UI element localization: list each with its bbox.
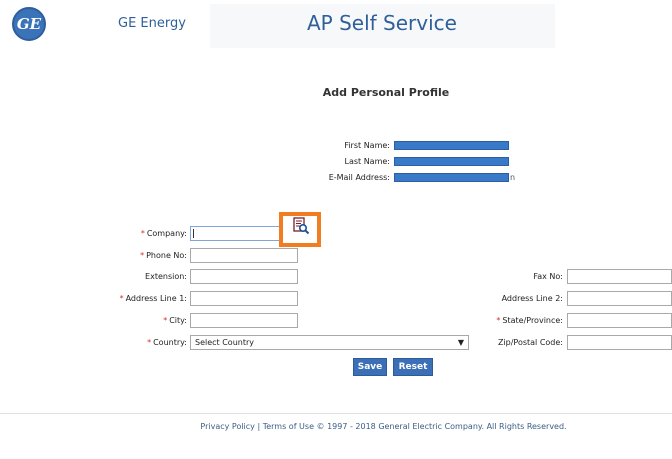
- first-name-redacted-value: [394, 141, 509, 150]
- state-label-text: State/Province:: [502, 316, 563, 325]
- last-name-redacted-value: [394, 157, 509, 166]
- address1-input[interactable]: [190, 291, 298, 306]
- footer-text: Privacy Policy | Terms of Use © 1997 - 2…: [200, 422, 567, 431]
- state-input[interactable]: [567, 313, 672, 328]
- required-marker: *: [119, 294, 124, 303]
- email-redacted-value: [394, 173, 509, 182]
- state-label: * State/Province:: [470, 316, 563, 325]
- last-name-label: Last Name:: [344, 157, 390, 166]
- email-label: E-Mail Address:: [328, 173, 390, 182]
- brand-name: GE Energy: [118, 16, 186, 31]
- reset-button[interactable]: Reset: [393, 358, 433, 376]
- address2-label: Address Line 2:: [501, 294, 563, 303]
- address2-input[interactable]: [567, 291, 672, 306]
- footer-divider: [0, 413, 672, 414]
- city-label-text: City:: [169, 316, 187, 325]
- city-label: * City:: [60, 316, 187, 325]
- phone-input[interactable]: [190, 248, 298, 263]
- fax-label: Fax No:: [533, 272, 563, 281]
- required-marker: *: [147, 338, 152, 347]
- address1-label: * Address Line 1:: [60, 294, 187, 303]
- required-marker: *: [140, 229, 145, 238]
- chevron-down-icon: ▼: [457, 338, 464, 347]
- fax-input[interactable]: [567, 269, 672, 284]
- page-title: Add Personal Profile: [322, 86, 450, 99]
- country-label-text: Country:: [153, 338, 187, 347]
- phone-label-text: Phone No:: [146, 251, 187, 260]
- zip-input[interactable]: [567, 335, 672, 350]
- zip-label: Zip/Postal Code:: [497, 338, 563, 347]
- city-input[interactable]: [190, 313, 298, 328]
- save-button[interactable]: Save: [353, 358, 387, 376]
- text-caret: [193, 229, 194, 238]
- country-label: * Country:: [60, 338, 187, 347]
- ge-logo-text: GE: [16, 15, 42, 33]
- phone-label: * Phone No:: [60, 251, 187, 260]
- email-value-tail: n: [510, 173, 516, 182]
- country-select[interactable]: Select Country ▼: [190, 335, 469, 350]
- company-label-text: Company:: [146, 229, 187, 238]
- first-name-label: First Name:: [344, 141, 390, 150]
- page-header: GE GE Energy AP Self Service: [0, 0, 672, 52]
- country-selected-value: Select Country: [195, 338, 255, 347]
- required-marker: *: [163, 316, 168, 325]
- required-marker: *: [140, 251, 145, 260]
- required-marker: *: [496, 316, 501, 325]
- company-input[interactable]: [190, 226, 280, 241]
- address1-label-text: Address Line 1:: [125, 294, 187, 303]
- app-title: AP Self Service: [307, 11, 457, 35]
- ge-logo: GE: [12, 7, 46, 41]
- extension-label: Extension:: [145, 272, 187, 281]
- extension-input[interactable]: [190, 269, 298, 284]
- lookup-search-icon[interactable]: [292, 217, 310, 235]
- company-label: * Company:: [60, 229, 187, 238]
